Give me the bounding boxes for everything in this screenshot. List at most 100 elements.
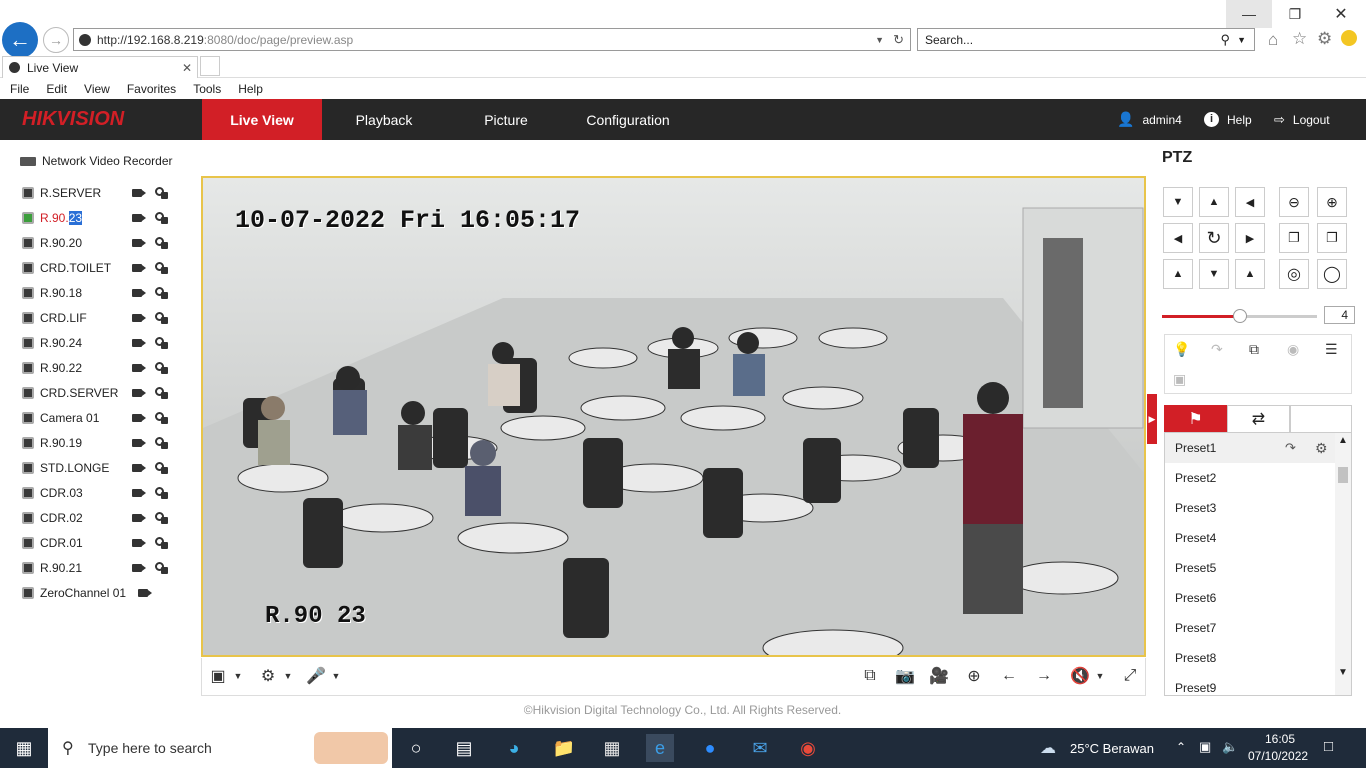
camera-item[interactable]: R.90.19 [22, 434, 192, 452]
camera-item[interactable]: R.90.18 [22, 284, 192, 302]
record-icon[interactable] [132, 212, 146, 224]
file-explorer-icon[interactable]: 📁 [550, 734, 578, 762]
edge-icon[interactable]: ◕ [500, 734, 528, 762]
preset-item[interactable]: Preset9 [1165, 673, 1337, 695]
tray-chevron-icon[interactable]: ⌃ [1176, 740, 1186, 754]
ptz-icon[interactable] [154, 187, 168, 199]
nav-playback[interactable]: Playback [324, 99, 444, 140]
volume-icon[interactable]: 🔈 [1222, 739, 1238, 755]
refresh-icon[interactable]: ↻ [893, 32, 904, 48]
mic-dropdown-icon[interactable]: ▼ [326, 666, 346, 686]
camera-item-active[interactable]: R.90.23 [22, 209, 192, 227]
ptz-speed-knob[interactable] [1232, 309, 1247, 323]
stream-type-icon[interactable]: ⚙ [258, 666, 278, 686]
ptz-icon[interactable] [154, 412, 168, 424]
ptz-icon[interactable] [154, 437, 168, 449]
record-icon[interactable] [132, 312, 146, 324]
record-icon[interactable] [132, 562, 146, 574]
minimize-icon[interactable]: — [1226, 0, 1272, 28]
ptz-auto-rotate-icon[interactable]: ↻ [1199, 223, 1229, 253]
search-input[interactable]: Search... ⚲ ▼ [917, 28, 1255, 51]
preset-item[interactable]: Preset2 [1165, 463, 1337, 493]
call-preset-icon[interactable]: ↷ [1285, 440, 1296, 456]
dropdown-icon[interactable]: ▼ [875, 35, 884, 45]
3d-positioning-icon[interactable]: ⧉ [1249, 341, 1259, 358]
ptz-icon[interactable] [154, 312, 168, 324]
ptz-icon[interactable] [154, 487, 168, 499]
camera-item[interactable]: ZeroChannel 01 [22, 584, 192, 602]
ptz-icon[interactable] [154, 462, 168, 474]
ptz-icon[interactable] [154, 262, 168, 274]
layout-dropdown-icon[interactable]: ▼ [228, 666, 248, 686]
notifications-icon[interactable]: □ [1324, 738, 1333, 755]
record-icon[interactable] [132, 387, 146, 399]
close-icon[interactable]: ✕ [1318, 0, 1364, 28]
ptz-right-icon[interactable]: ▶ [1235, 223, 1265, 253]
record-icon[interactable] [132, 462, 146, 474]
scroll-up-icon[interactable]: ▲ [1338, 435, 1348, 446]
ptz-icon[interactable] [154, 512, 168, 524]
windows-start-icon[interactable]: ▦ [10, 734, 38, 762]
panel-collapse-handle[interactable]: ▶ [1147, 394, 1157, 444]
record-icon[interactable] [132, 437, 146, 449]
camera-item[interactable]: Camera 01 [22, 409, 192, 427]
ptz-icon[interactable] [154, 537, 168, 549]
clock-date[interactable]: 07/10/2022 [1248, 749, 1308, 763]
ptz-icon[interactable] [154, 212, 168, 224]
camera-item[interactable]: CDR.03 [22, 484, 192, 502]
record-icon[interactable] [138, 587, 152, 599]
store-icon[interactable]: ▦ [598, 734, 626, 762]
camera-item[interactable]: R.90.22 [22, 359, 192, 377]
window-layout-icon[interactable]: ▣ [208, 666, 228, 686]
record-icon[interactable] [132, 512, 146, 524]
menu-file[interactable]: File [10, 82, 29, 96]
preset-item[interactable]: Preset3 [1165, 493, 1337, 523]
nav-picture[interactable]: Picture [446, 99, 566, 140]
smiley-icon[interactable] [1341, 30, 1357, 46]
camera-item[interactable]: CRD.SERVER [22, 384, 192, 402]
ptz-up-left-icon[interactable]: ▼ [1163, 187, 1193, 217]
zoom-in-icon[interactable]: ⊕ [1317, 187, 1347, 217]
preset-item[interactable]: Preset7 [1165, 613, 1337, 643]
ptz-speed-slider[interactable] [1162, 309, 1317, 323]
ptz-icon[interactable] [154, 387, 168, 399]
preset-item[interactable]: Preset6 [1165, 583, 1337, 613]
network-icon[interactable]: ▣ [1199, 739, 1211, 755]
record-icon[interactable] [132, 362, 146, 374]
scroll-thumb[interactable] [1338, 467, 1348, 483]
wiper-icon[interactable]: ↷ [1211, 341, 1223, 358]
ptz-speed-value[interactable]: 4 [1324, 306, 1355, 324]
camera-item[interactable]: CRD.TOILET [22, 259, 192, 277]
record-icon[interactable] [132, 412, 146, 424]
tree-root-nvr[interactable]: Network Video Recorder [20, 154, 173, 168]
record-video-icon[interactable]: 🎥 [929, 666, 949, 686]
ptz-icon[interactable] [154, 237, 168, 249]
clock-time[interactable]: 16:05 [1265, 732, 1295, 746]
zoom-icon[interactable]: ● [696, 734, 724, 762]
preset-item[interactable]: Preset5 [1165, 553, 1337, 583]
ptz-up-icon[interactable]: ▲ [1199, 187, 1229, 217]
iris-close-icon[interactable]: ◎ [1279, 259, 1309, 289]
camera-item[interactable]: STD.LONGE [22, 459, 192, 477]
scroll-down-icon[interactable]: ▼ [1338, 667, 1348, 678]
volume-dropdown-icon[interactable]: ▼ [1090, 666, 1110, 686]
record-icon[interactable] [132, 187, 146, 199]
gear-icon[interactable]: ⚙ [1317, 29, 1332, 49]
previous-page-icon[interactable]: ← [999, 666, 1019, 686]
record-icon[interactable] [132, 537, 146, 549]
ptz-icon[interactable] [154, 362, 168, 374]
camera-item[interactable]: R.SERVER [22, 184, 192, 202]
manual-tracking-icon[interactable]: ▣ [1173, 371, 1186, 388]
search-icon[interactable]: ⚲ [1220, 32, 1230, 48]
focus-near-icon[interactable]: ❐ [1279, 223, 1309, 253]
ptz-up-right-icon[interactable]: ◀ [1235, 187, 1265, 217]
home-icon[interactable]: ⌂ [1268, 30, 1278, 50]
nav-configuration[interactable]: Configuration [568, 99, 688, 140]
camera-item[interactable]: R.90.20 [22, 234, 192, 252]
task-view-icon[interactable]: ○ [402, 734, 430, 762]
record-icon[interactable] [132, 287, 146, 299]
volume-mute-icon[interactable]: 🔇 [1070, 666, 1090, 686]
nav-live-view[interactable]: Live View [202, 99, 322, 140]
stream-dropdown-icon[interactable]: ▼ [278, 666, 298, 686]
forward-arrow-icon[interactable]: → [43, 27, 69, 53]
